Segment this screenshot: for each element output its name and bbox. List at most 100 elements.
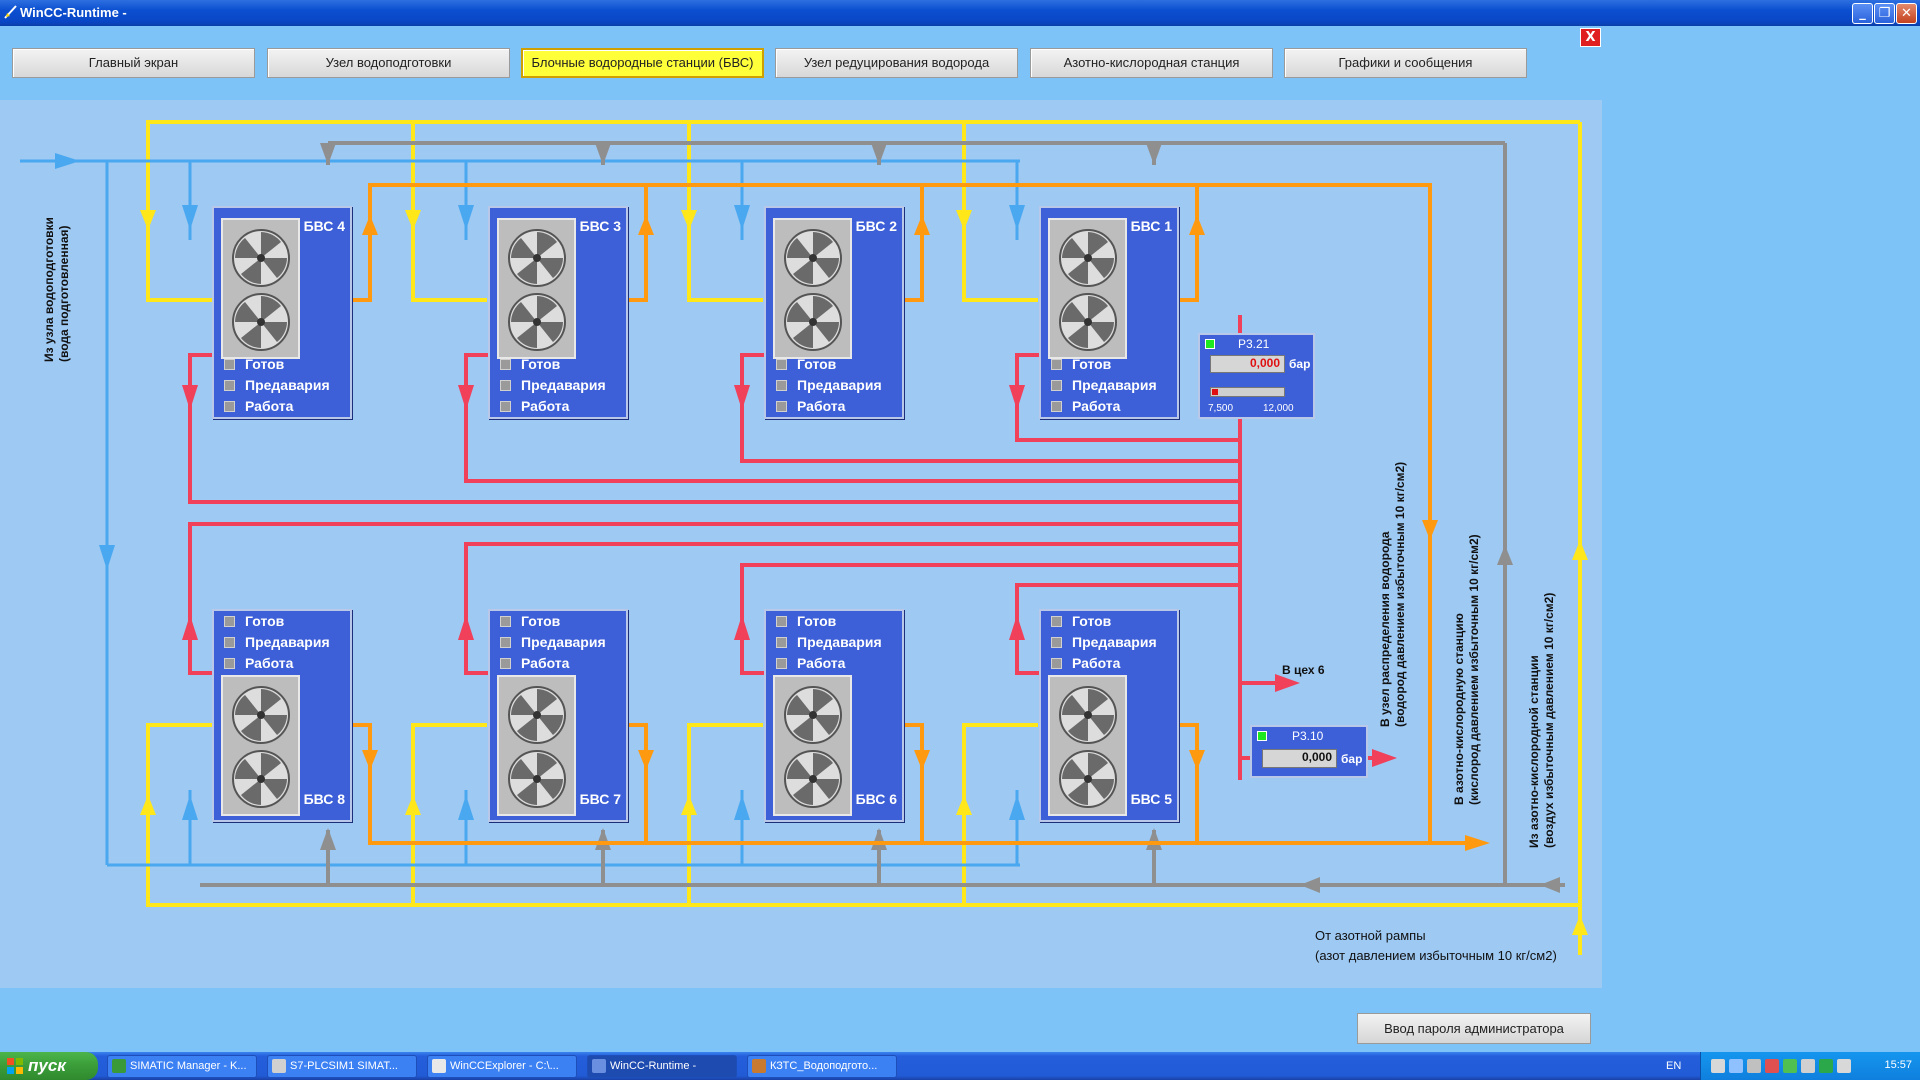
prealarm-indicator	[224, 637, 235, 648]
status-prealarm: Предавария	[224, 376, 330, 395]
status-label: Предавария	[1072, 634, 1157, 650]
nitrogen-inlet-line2: (азот давлением избыточным 10 кг/см2)	[1315, 948, 1557, 963]
system-tray: 15:57	[1700, 1052, 1920, 1080]
station-bvs6[interactable]: Готов Предавария Работа БВС 6	[764, 609, 904, 822]
status-label: Готов	[797, 356, 837, 372]
status-work: Работа	[224, 397, 293, 416]
prealarm-indicator	[500, 637, 511, 648]
station-bvs2[interactable]: БВС 2 Готов Предавария Работа	[764, 206, 904, 419]
work-indicator	[224, 658, 235, 669]
station-bvs4[interactable]: БВС 4 Готов Предавария Работа	[212, 206, 352, 419]
fan-block	[773, 218, 852, 359]
status-label: Готов	[1072, 356, 1112, 372]
air-inlet-label: Из азотно-кислородной станции (воздух из…	[1527, 593, 1557, 848]
fan-icon	[784, 750, 842, 808]
tray-plc-icon[interactable]	[1783, 1059, 1797, 1073]
fan-block	[497, 218, 576, 359]
status-prealarm: Предавария	[500, 376, 606, 395]
status-label: Работа	[1072, 655, 1121, 671]
gauge-unit: бар	[1341, 752, 1363, 766]
wincc-runtime-icon	[592, 1059, 606, 1073]
fan-icon	[232, 293, 290, 351]
station-name: БВС 3	[579, 218, 621, 234]
work-indicator	[224, 401, 235, 412]
inlet-label: Из узла водоподготовки (вода подготовлен…	[42, 217, 72, 362]
status-label: Готов	[245, 613, 285, 629]
status-ready: Готов	[776, 355, 836, 374]
status-prealarm: Предавария	[224, 633, 330, 652]
station-bvs5[interactable]: Готов Предавария Работа БВС 5	[1039, 609, 1179, 822]
status-work: Работа	[224, 654, 293, 673]
status-led	[1257, 731, 1267, 741]
status-prealarm: Предавария	[1051, 633, 1157, 652]
simatic-icon	[112, 1059, 126, 1073]
admin-password-button[interactable]: Ввод пароля администратора	[1357, 1013, 1591, 1044]
hydrogen-label-line1: В узел распределения водорода	[1378, 531, 1392, 727]
task-wincc-explorer[interactable]: WinCCExplorer - C:\...	[427, 1055, 577, 1078]
start-label: пуск	[28, 1056, 66, 1075]
oxygen-outlet-label: В азотно-кислородную станцию (кислород д…	[1452, 534, 1482, 805]
station-bvs1[interactable]: БВС 1 Готов Предавария Работа	[1039, 206, 1179, 419]
gauge-name: P3.21	[1238, 337, 1270, 351]
status-label: Работа	[521, 655, 570, 671]
task-label: SIMATIC Manager - K...	[130, 1060, 247, 1072]
task-document[interactable]: КЗТС_Водоподгото...	[747, 1055, 897, 1078]
status-work: Работа	[500, 397, 569, 416]
ready-indicator	[1051, 359, 1062, 370]
document-icon	[752, 1059, 766, 1073]
status-label: Предавария	[1072, 377, 1157, 393]
tray-keyboard-icon[interactable]	[1711, 1059, 1725, 1073]
status-label: Готов	[797, 613, 837, 629]
fan-icon	[232, 750, 290, 808]
ready-indicator	[224, 359, 235, 370]
fan-block	[221, 675, 300, 816]
taskbar: пуск SIMATIC Manager - K... S7-PLCSIM1 S…	[0, 1052, 1920, 1080]
station-name: БВС 6	[855, 791, 897, 807]
start-button[interactable]: пуск	[0, 1052, 98, 1080]
station-name: БВС 5	[1130, 791, 1172, 807]
status-work: Работа	[500, 654, 569, 673]
status-label: Готов	[521, 613, 561, 629]
status-ready: Готов	[776, 612, 836, 631]
prealarm-indicator	[776, 637, 787, 648]
prealarm-indicator	[1051, 380, 1062, 391]
task-simatic-manager[interactable]: SIMATIC Manager - K...	[107, 1055, 257, 1078]
fan-icon	[1059, 293, 1117, 351]
to-shop-label: В цех 6	[1282, 663, 1325, 677]
task-wincc-runtime[interactable]: WinCC-Runtime -	[587, 1055, 737, 1078]
inlet-label-line1: Из узла водоподготовки	[42, 217, 56, 362]
task-plcsim[interactable]: S7-PLCSIM1 SIMAT...	[267, 1055, 417, 1078]
status-label: Готов	[1072, 613, 1112, 629]
ready-indicator	[224, 616, 235, 627]
pressure-gauge-p310[interactable]: P3.10 0,000 бар	[1250, 725, 1368, 778]
station-bvs8[interactable]: Готов Предавария Работа БВС 8	[212, 609, 352, 822]
pressure-gauge-p321[interactable]: P3.21 0,000 бар 7,500 12,000	[1198, 333, 1315, 419]
status-work: Работа	[1051, 397, 1120, 416]
status-led	[1205, 339, 1215, 349]
status-prealarm: Предавария	[1051, 376, 1157, 395]
tray-tool-icon[interactable]	[1801, 1059, 1815, 1073]
tray-volume-icon[interactable]	[1837, 1059, 1851, 1073]
tray-monitor-icon[interactable]	[1729, 1059, 1743, 1073]
station-bvs7[interactable]: Готов Предавария Работа БВС 7	[488, 609, 628, 822]
oxygen-label-line1: В азотно-кислородную станцию	[1452, 613, 1466, 805]
clock: 15:57	[1884, 1059, 1912, 1071]
tray-security-icon[interactable]	[1765, 1059, 1779, 1073]
station-bvs3[interactable]: БВС 3 Готов Предавария Работа	[488, 206, 628, 419]
language-indicator[interactable]: EN	[1666, 1060, 1681, 1072]
prealarm-indicator	[1051, 637, 1062, 648]
status-work: Работа	[776, 654, 845, 673]
wincc-explorer-icon	[432, 1059, 446, 1073]
tray-wincc-icon[interactable]	[1819, 1059, 1833, 1073]
status-label: Работа	[245, 655, 294, 671]
prealarm-indicator	[500, 380, 511, 391]
fan-icon	[1059, 229, 1117, 287]
gauge-unit: бар	[1289, 357, 1311, 371]
tray-network-icon[interactable]	[1747, 1059, 1761, 1073]
gauge-value: 0,000	[1262, 749, 1337, 768]
inlet-label-line2: (вода подготовленная)	[57, 225, 71, 363]
status-label: Предавария	[521, 377, 606, 393]
fan-block	[221, 218, 300, 359]
status-label: Предавария	[797, 377, 882, 393]
work-indicator	[1051, 401, 1062, 412]
